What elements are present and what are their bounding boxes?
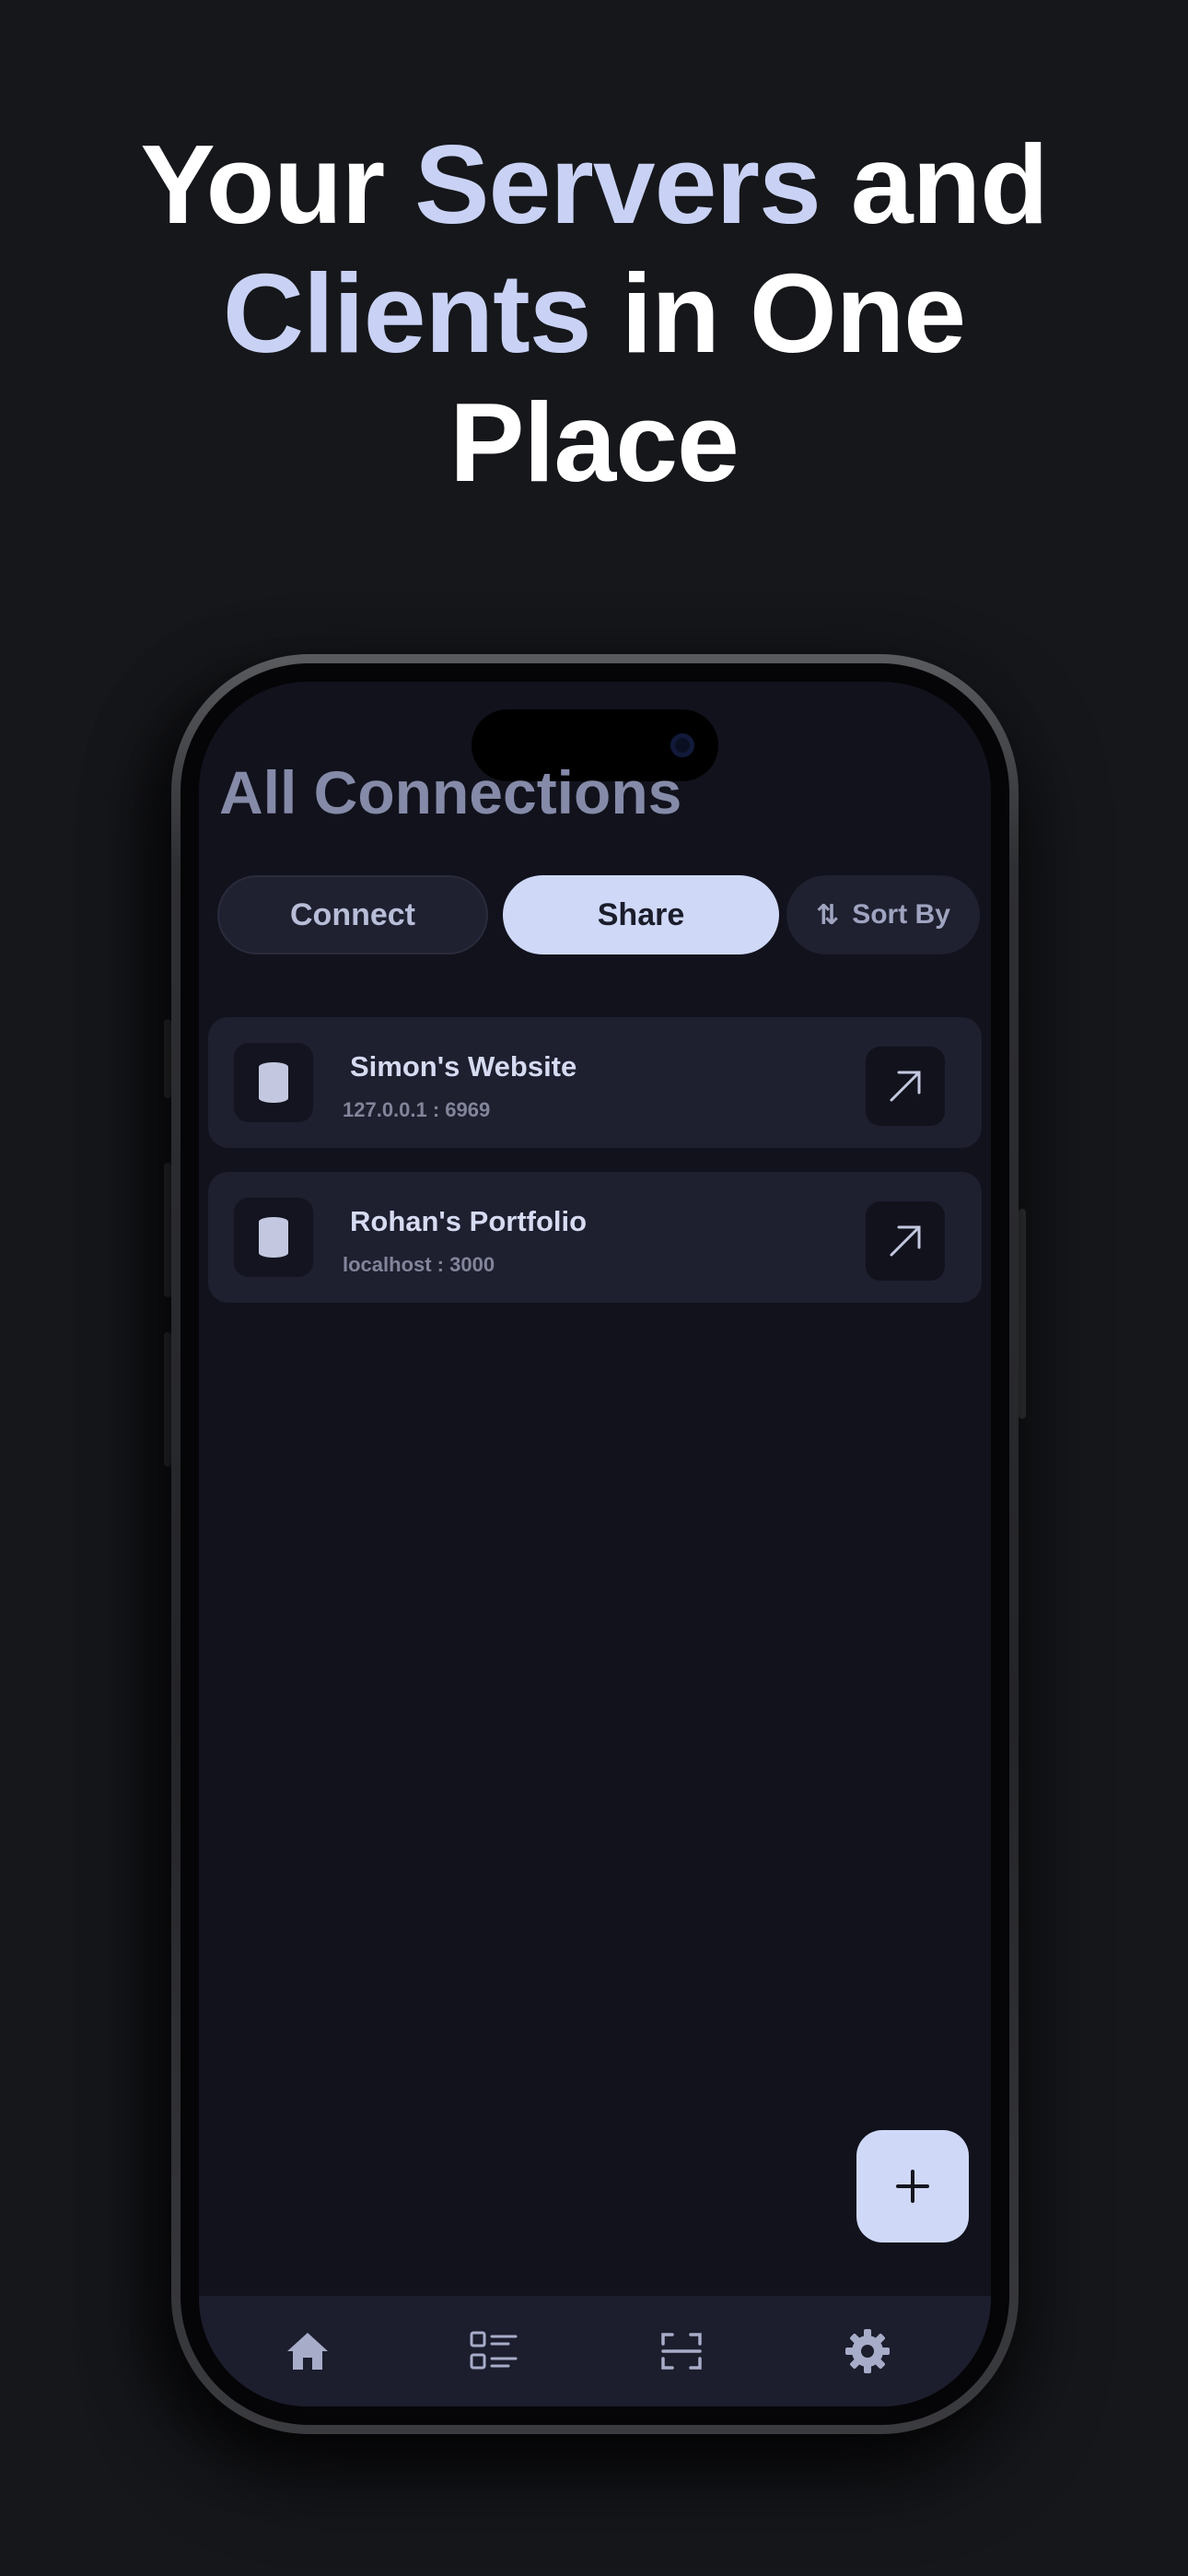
- sort-by-label: Sort By: [852, 899, 950, 930]
- connection-address: 127.0.0.1 : 6969: [343, 1098, 491, 1121]
- marketing-headline: Your Servers and Clients in One Place: [0, 120, 1188, 507]
- plus-icon: [896, 2170, 929, 2203]
- sort-icon: ⇅: [816, 899, 840, 931]
- phone-action-button: [164, 1019, 171, 1098]
- headline-line-3: Place: [449, 380, 740, 505]
- headline-line-2: Clients in One: [222, 251, 966, 376]
- gear-icon[interactable]: [840, 2324, 895, 2379]
- phone-volume-up-button: [164, 1163, 171, 1297]
- open-connection-button[interactable]: [866, 1201, 945, 1281]
- phone-screen: All Connections Connect Share ⇅ Sort By …: [199, 682, 991, 2406]
- tab-connect[interactable]: Connect: [217, 875, 488, 954]
- tab-share[interactable]: Share: [503, 875, 779, 954]
- camera-icon: [670, 733, 694, 757]
- connection-card[interactable]: Rohan's Portfolio localhost : 3000: [208, 1172, 982, 1303]
- scan-icon[interactable]: [654, 2324, 709, 2379]
- database-icon: [234, 1043, 313, 1122]
- bottom-navigation: [199, 2296, 991, 2406]
- database-icon: [234, 1198, 313, 1277]
- connection-address: localhost : 3000: [343, 1253, 495, 1276]
- list-icon[interactable]: [466, 2324, 521, 2379]
- connection-name: Simon's Website: [350, 1050, 577, 1083]
- add-connection-button[interactable]: [856, 2130, 969, 2242]
- home-icon[interactable]: [280, 2324, 335, 2379]
- connection-card[interactable]: Simon's Website 127.0.0.1 : 6969: [208, 1017, 982, 1148]
- open-connection-button[interactable]: [866, 1047, 945, 1126]
- phone-power-button: [1019, 1209, 1026, 1419]
- arrow-up-right-icon: [890, 1071, 921, 1102]
- headline-line-1: Your Servers and: [140, 122, 1048, 247]
- connection-name: Rohan's Portfolio: [350, 1205, 588, 1237]
- arrow-up-right-icon: [890, 1225, 921, 1257]
- sort-by-button[interactable]: ⇅ Sort By: [786, 875, 980, 954]
- phone-volume-down-button: [164, 1332, 171, 1467]
- page-title: All Connections: [219, 758, 682, 826]
